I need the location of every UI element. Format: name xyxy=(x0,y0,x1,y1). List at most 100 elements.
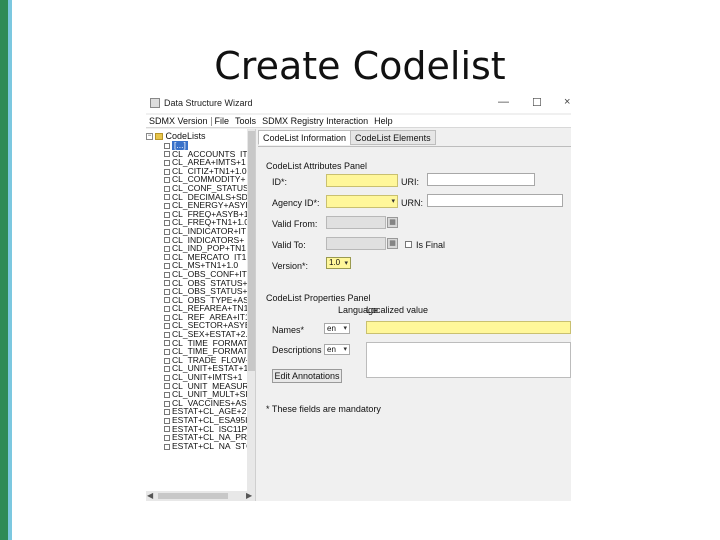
tree-item[interactable]: CL_AREA+IMTS+1 xyxy=(164,158,248,167)
tree-item[interactable]: CL_INDICATORS+ xyxy=(164,236,248,245)
tree-item-label: CL_SEX+ESTAT+2. xyxy=(172,330,248,339)
app-icon xyxy=(150,98,160,108)
menu-sdmx-version[interactable]: SDMX Version xyxy=(146,115,211,127)
tab-codelist-elements[interactable]: CodeList Elements xyxy=(350,130,436,145)
tree-item[interactable]: CL_SEX+ESTAT+2. xyxy=(164,330,248,339)
edit-annotations-button[interactable]: Edit Annotations xyxy=(272,369,342,383)
tree-item[interactable]: CL_TIME_FORMAT xyxy=(164,339,248,348)
tree-item[interactable]: CL_MS+TN1+1.0 xyxy=(164,261,248,270)
tree-item[interactable]: CL_ENERGY+ASYB xyxy=(164,201,248,210)
scroll-thumb[interactable] xyxy=(248,131,255,371)
chevron-down-icon: ▾ xyxy=(343,325,347,332)
scroll-thumb[interactable] xyxy=(158,493,228,499)
tree-item[interactable]: CL_CONF_STATUS xyxy=(164,184,248,193)
chevron-down-icon: ▾ xyxy=(391,198,395,205)
tree-item[interactable]: CL_CITIZ+TN1+1.0 xyxy=(164,167,248,176)
tree-item[interactable]: CL_COMMODITY+ xyxy=(164,175,248,184)
tree-item-label: CL_SECTOR+ASYB xyxy=(172,321,248,331)
tree-item-label: ESTAT+CL_AGE+2 xyxy=(172,407,247,416)
agency-id-select[interactable]: ▾ xyxy=(326,195,398,208)
scroll-left-icon[interactable]: ◀ xyxy=(147,491,153,500)
tree-item[interactable]: ESTAT+CL_AGE+2 xyxy=(164,407,248,416)
menu-tools[interactable]: Tools xyxy=(232,115,259,127)
urn-field[interactable] xyxy=(427,194,563,207)
names-value-field[interactable] xyxy=(366,321,571,334)
tree-item[interactable]: CL_TIME_FORMAT xyxy=(164,347,248,356)
urn-label: URN: xyxy=(401,198,423,208)
tree-horizontal-scrollbar[interactable]: ◀ ▶ xyxy=(146,491,255,501)
document-icon xyxy=(164,297,170,304)
tree-item[interactable]: CL_MERCATO_IT1 xyxy=(164,253,248,262)
descriptions-value-field[interactable] xyxy=(366,342,571,378)
document-icon xyxy=(164,151,170,158)
tree-item[interactable]: ESTAT+CL_ESA95I xyxy=(164,416,248,425)
scroll-right-icon[interactable]: ▶ xyxy=(246,491,252,500)
tree-item-label: CL_FREQ+ASYB+1 xyxy=(172,209,248,219)
tree-item-label: CL_MERCATO_IT1 xyxy=(172,252,247,262)
tree-item-label: CL_DECIMALS+SDMX xyxy=(172,192,248,202)
document-icon xyxy=(164,391,170,398)
document-icon xyxy=(164,331,170,338)
tree-item[interactable]: CL_DECIMALS+SDMX xyxy=(164,193,248,202)
id-field[interactable] xyxy=(326,174,398,187)
names-label: Names* xyxy=(272,325,305,335)
tree-item[interactable]: CL_REF_AREA+IT1 xyxy=(164,313,248,322)
app-window: Data Structure Wizard — ☐ × SDMX Version… xyxy=(146,93,571,501)
tree-item[interactable]: CL_OBS_CONF+IT xyxy=(164,270,248,279)
tree-root[interactable]: − CodeLists xyxy=(146,131,206,141)
tab-codelist-information[interactable]: CodeList Information xyxy=(258,130,352,145)
descriptions-language-select[interactable]: en ▾ xyxy=(324,344,350,355)
document-icon xyxy=(164,426,170,433)
document-icon xyxy=(164,323,170,330)
tree-item-label: CL_TIME_FORMAT xyxy=(172,347,248,356)
tree-item[interactable]: CL_UNIT_MULT+SI xyxy=(164,390,248,399)
tree-item[interactable]: CL_OBS_STATUS+ xyxy=(164,287,248,296)
version-select[interactable]: 1.0 ▾ xyxy=(326,257,351,269)
tree-item[interactable]: CL_TRADE_FLOW+ xyxy=(164,356,248,365)
tree-item-label: CL_AREA+IMTS+1 xyxy=(172,158,246,167)
tree-item[interactable]: ESTAT+CL_NA_PRI xyxy=(164,433,248,442)
id-label: ID*: xyxy=(272,177,288,187)
uri-field[interactable] xyxy=(427,173,535,186)
is-final-checkbox[interactable] xyxy=(405,241,412,248)
tree-item[interactable]: ESTAT+CL_NA_STC xyxy=(164,442,248,451)
tree-item[interactable]: CL_FREQ+TN1+1.0 xyxy=(164,218,248,227)
calendar-icon[interactable]: ▦ xyxy=(387,238,398,249)
tree-item[interactable]: CL_OBS_STATUS+ xyxy=(164,279,248,288)
calendar-icon[interactable]: ▦ xyxy=(387,217,398,228)
collapse-toggle[interactable]: − xyxy=(146,133,153,141)
tree-item[interactable]: CL_OBS_TYPE+ASY xyxy=(164,296,248,305)
tree-item-label: CL_UNIT_MEASUR xyxy=(172,381,248,391)
names-language-select[interactable]: en ▾ xyxy=(324,323,350,334)
tree-item[interactable]: CL_UNIT_MEASUR xyxy=(164,382,248,391)
minimize-button[interactable]: — xyxy=(498,96,509,108)
title-bar: Data Structure Wizard — ☐ × xyxy=(146,93,571,113)
menu-help[interactable]: Help xyxy=(371,115,396,127)
tree-item[interactable]: CL_SECTOR+ASYB xyxy=(164,321,248,330)
tree-item[interactable]: CL_IND_POP+TN1 xyxy=(164,244,248,253)
codelist-tree: − CodeLists [...]CL_ACCOUNTS_ITEMCL_AREA… xyxy=(146,129,256,501)
tree-item[interactable]: CL_INDICATOR+IT xyxy=(164,227,248,236)
mandatory-note: * These fields are mandatory xyxy=(266,404,381,414)
menu-registry-interaction[interactable]: SDMX Registry Interaction xyxy=(259,115,371,127)
valid-from-field[interactable] xyxy=(326,216,386,229)
valid-to-field[interactable] xyxy=(326,237,386,250)
document-icon xyxy=(164,383,170,390)
menu-file[interactable]: File xyxy=(212,115,233,127)
version-label: Version*: xyxy=(272,261,309,271)
close-button[interactable]: × xyxy=(564,96,570,108)
document-icon xyxy=(164,271,170,278)
tree-vertical-scrollbar[interactable] xyxy=(247,129,255,491)
maximize-button[interactable]: ☐ xyxy=(532,96,542,109)
tree-item[interactable]: CL_FREQ+ASYB+1 xyxy=(164,210,248,219)
tree-item[interactable]: [...] xyxy=(164,141,248,150)
tab-strip: CodeList Information CodeList Elements xyxy=(258,130,436,146)
tree-item[interactable]: CL_UNIT+ESTAT+1 xyxy=(164,364,248,373)
chevron-down-icon: ▾ xyxy=(344,260,348,267)
tree-item[interactable]: CL_UNIT+IMTS+1 xyxy=(164,373,248,382)
tree-item[interactable]: ESTAT+CL_ISC11P xyxy=(164,425,248,434)
tree-item[interactable]: CL_REFAREA+TN1 xyxy=(164,304,248,313)
tree-item[interactable]: CL_ACCOUNTS_ITEM xyxy=(164,150,248,159)
document-icon xyxy=(164,211,170,218)
tree-item[interactable]: CL_VACCINES+AS xyxy=(164,399,248,408)
